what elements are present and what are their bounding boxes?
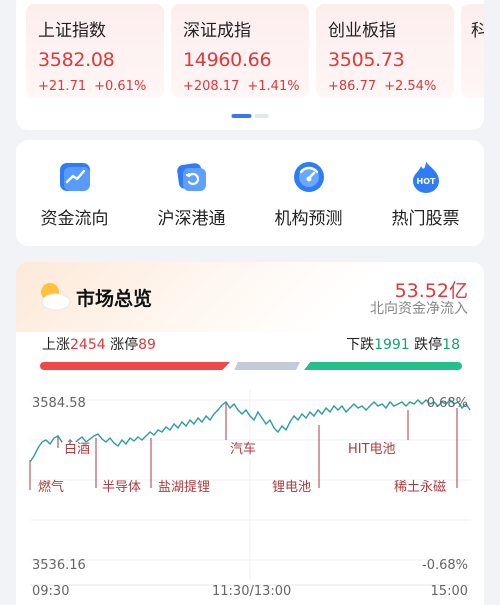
sector-tag-salt-lake-lithium[interactable]: 盐湖提锂	[156, 480, 213, 496]
sector-tag-baijiu[interactable]: 白酒	[62, 442, 93, 458]
nav-label: 沪深港通	[157, 209, 226, 229]
index-value: 14960.66	[183, 49, 272, 71]
limit-down-label: 跌停	[414, 337, 443, 353]
index-change: +21.71	[38, 79, 87, 94]
sector-tag-gas[interactable]: 燃气	[36, 480, 67, 496]
index-card-partial[interactable]: 科	[461, 4, 484, 98]
index-pct: +2.54%	[384, 79, 437, 94]
down-label: 下跌	[346, 337, 375, 353]
nav-label: 资金流向	[40, 209, 109, 229]
index-value: 3582.08	[38, 49, 115, 71]
market-title: 市场总览	[76, 288, 153, 310]
advance-decline-bar	[40, 362, 462, 370]
y-axis-low: 3536.16	[32, 558, 86, 573]
index-card-shanghai[interactable]: 上证指数 3582.08 +21.71 +0.61%	[26, 4, 164, 98]
sector-tag-auto[interactable]: 汽车	[228, 442, 259, 458]
nav-institution-forecast[interactable]: 机构预测	[259, 160, 359, 246]
nav-fund-flow[interactable]: 资金流向	[25, 160, 125, 246]
index-value: 3505.73	[328, 49, 405, 71]
market-overview-card[interactable]: 市场总览 53.52亿 北向资金净流入 上涨2454 涨停89 下跌1991 跌…	[16, 262, 484, 605]
up-count: 2454	[70, 337, 106, 353]
down-count: 1991	[374, 337, 410, 353]
index-name: 科	[471, 21, 484, 41]
index-card-chinext[interactable]: 创业板指 3505.73 +86.77 +2.54%	[316, 4, 454, 98]
hk-connect-icon	[176, 163, 206, 191]
weather-sun-icon	[41, 283, 71, 311]
pct-axis-low: -0.68%	[422, 558, 468, 573]
index-pct: +1.41%	[247, 79, 300, 94]
limit-down-count: 18	[442, 337, 460, 353]
x-axis-mid: 11:30/13:00	[212, 584, 292, 599]
y-axis-high: 3584.58	[32, 396, 86, 411]
index-carousel[interactable]: 上证指数 3582.08 +21.71 +0.61% 深证成指 14960.66 …	[16, 0, 484, 130]
pct-axis-high: 0.68%	[426, 396, 468, 411]
quick-nav: 资金流向 沪深港通 机构预测 HOT 热门股票	[16, 140, 484, 246]
limit-up-count: 89	[138, 337, 156, 353]
trend-chart-icon	[59, 163, 90, 191]
index-change: +208.17	[183, 79, 240, 94]
carousel-dots	[231, 114, 269, 118]
sector-tag-hit-battery[interactable]: HIT电池	[346, 442, 398, 458]
sector-tag-semiconductor[interactable]: 半导体	[100, 480, 144, 496]
limit-up-label: 涨停	[110, 337, 139, 353]
northbound-flow-label: 北向资金净流入	[370, 301, 468, 317]
svg-text:HOT: HOT	[416, 177, 435, 186]
index-name: 创业板指	[328, 21, 396, 41]
carousel-dot-active[interactable]	[231, 114, 252, 118]
advance-segment	[40, 362, 230, 370]
x-axis-end: 15:00	[430, 584, 468, 599]
hot-fire-icon: HOT	[412, 162, 439, 193]
flat-segment	[234, 362, 300, 370]
nav-label: 热门股票	[391, 209, 460, 229]
index-name: 深证成指	[183, 21, 251, 41]
nav-hot-stocks[interactable]: HOT 热门股票	[376, 160, 476, 246]
index-name: 上证指数	[38, 21, 106, 41]
carousel-dot[interactable]	[254, 114, 269, 118]
index-card-shenzhen[interactable]: 深证成指 14960.66 +208.17 +1.41%	[171, 4, 309, 98]
index-change: +86.77	[328, 79, 377, 94]
up-label: 上涨	[42, 337, 70, 353]
sector-tag-rare-earth[interactable]: 稀土永磁	[392, 480, 449, 496]
gauge-icon	[293, 162, 324, 192]
index-pct: +0.61%	[94, 79, 147, 94]
nav-hk-connect[interactable]: 沪深港通	[142, 160, 242, 246]
nav-label: 机构预测	[274, 209, 343, 229]
decline-segment	[304, 362, 462, 370]
x-axis-start: 09:30	[32, 584, 70, 599]
sector-tag-lithium-battery[interactable]: 锂电池	[270, 480, 314, 496]
